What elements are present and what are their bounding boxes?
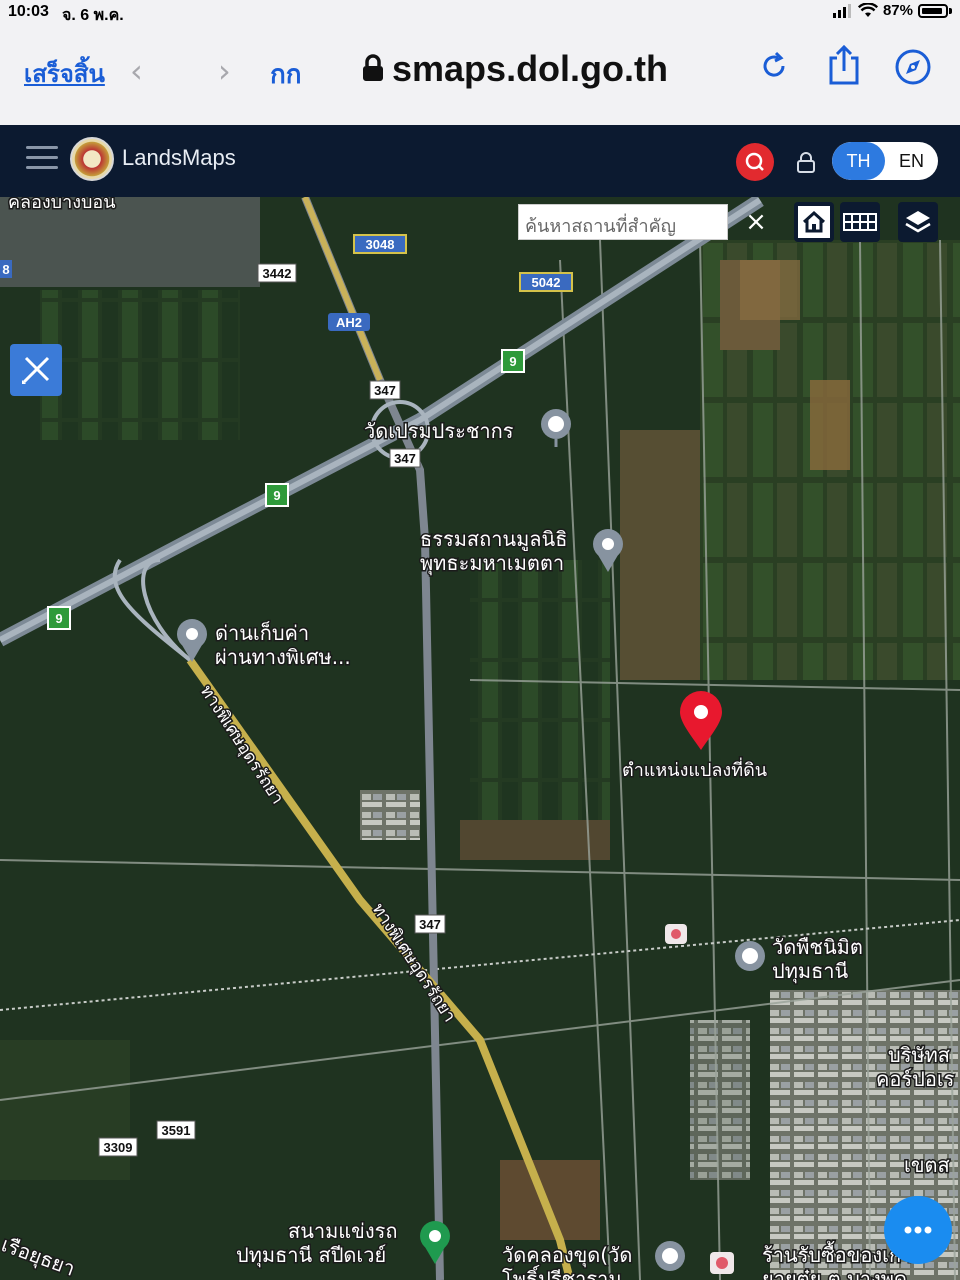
- menu-icon[interactable]: [26, 146, 58, 172]
- route-shield: 347: [374, 383, 396, 398]
- wifi-icon: [857, 3, 878, 17]
- poi-temple-khlong-icon[interactable]: [655, 1241, 685, 1271]
- search-clear-button[interactable]: ×: [738, 204, 774, 240]
- route-shield: 8: [2, 262, 9, 277]
- app-header: LandsMaps TH EN: [0, 125, 960, 197]
- back-chevron-icon[interactable]: ‹: [130, 52, 143, 90]
- route-shield: 3309: [104, 1140, 133, 1155]
- route-shield: 3591: [162, 1123, 191, 1138]
- route-shield: 5042: [532, 275, 561, 290]
- label-shop-2: ยายตุ๋ย ต.บางพูด: [762, 1267, 907, 1280]
- reload-icon[interactable]: [756, 48, 792, 84]
- label-temple-khlong-1: วัดคลองขุด(วัด: [502, 1243, 632, 1268]
- label-temple-phuet-2: ปทุมธานี: [772, 959, 849, 984]
- status-time: 10:03: [8, 3, 49, 20]
- label-temple-prem: วัดเปรมประชากร: [364, 419, 514, 443]
- route-shield: 3048: [366, 237, 395, 252]
- poi-temple-phuet-icon[interactable]: [735, 941, 765, 971]
- draw-tool-button[interactable]: [10, 344, 62, 396]
- poi-small-icon[interactable]: [665, 924, 687, 944]
- label-temple-phuet-1: วัดพืชนิมิต: [772, 935, 863, 959]
- label-district: เขตส: [904, 1153, 950, 1177]
- route-shield: AH2: [336, 315, 362, 330]
- label-toll-2: ผ่านทางพิเศษ...: [215, 645, 351, 669]
- label-speedway-2: ปทุมธานี สปีดเวย์: [236, 1243, 386, 1268]
- dol-logo: [70, 137, 114, 181]
- status-indicators: 87%: [832, 2, 952, 19]
- map-canvas[interactable]: 3048 3442 5042 AH2 9 347 347 9 9 347 359…: [0, 197, 960, 1280]
- label-company-2: คอร์ปอเร: [876, 1067, 955, 1091]
- label-temple-khlong-2: โพธิ์ปรีชาราม: [502, 1264, 622, 1280]
- layers-button[interactable]: [898, 202, 938, 242]
- battery-icon: [918, 3, 948, 18]
- forward-chevron-icon[interactable]: ›: [218, 52, 231, 90]
- browser-toolbar: 10:03 จ. 6 พ.ค. 87% เสร็จสิ้น ‹ › กก sma…: [0, 0, 960, 126]
- label-foundation-2: พุทธะมหาเมตตา: [420, 551, 564, 576]
- ruler-pencil-icon: [22, 356, 50, 384]
- text-size-button[interactable]: กก: [270, 54, 301, 95]
- grid-button[interactable]: [840, 202, 880, 242]
- label-toll-1: ด่านเก็บค่า: [215, 620, 309, 645]
- more-dots-icon: [904, 1226, 932, 1234]
- done-button[interactable]: เสร็จสิ้น: [24, 54, 105, 93]
- share-icon[interactable]: [826, 44, 862, 86]
- route-shield: 347: [394, 451, 416, 466]
- search-button[interactable]: [736, 143, 774, 181]
- battery-percent: 87%: [882, 2, 913, 19]
- label-marker: ตำแหน่งแปลงที่ดิน: [622, 757, 767, 781]
- padlock-icon[interactable]: [796, 151, 816, 173]
- language-toggle[interactable]: TH EN: [832, 142, 938, 180]
- route-shield: 9: [509, 354, 516, 369]
- label-speedway-1: สนามแข่งรถ: [288, 1219, 397, 1243]
- app-title: LandsMaps: [122, 145, 236, 170]
- more-options-button[interactable]: [884, 1196, 952, 1264]
- cellular-signal-icon: [832, 3, 851, 18]
- label-foundation-1: ธรรมสถานมูลนิธิ: [420, 527, 567, 552]
- route-shield: 9: [273, 488, 280, 503]
- label-top-left: คลองบางบอน: [8, 197, 116, 213]
- place-search-input[interactable]: ค้นหาสถานที่สำคัญ: [518, 204, 728, 240]
- label-company-1: บริษัทส: [888, 1043, 950, 1067]
- layers-icon: [905, 211, 931, 233]
- url-bar[interactable]: smaps.dol.go.th: [392, 48, 668, 90]
- lang-th-option[interactable]: TH: [832, 142, 885, 180]
- home-icon: [798, 206, 830, 238]
- lang-en-option[interactable]: EN: [885, 142, 938, 180]
- home-button[interactable]: [794, 202, 834, 242]
- route-shield: 9: [55, 611, 62, 626]
- lock-icon: [363, 54, 383, 81]
- route-shield: 3442: [263, 266, 292, 281]
- search-icon: [745, 152, 764, 171]
- route-shield: 347: [419, 917, 441, 932]
- satellite-map[interactable]: 3048 3442 5042 AH2 9 347 347 9 9 347 359…: [0, 197, 960, 1280]
- compass-icon[interactable]: [894, 48, 932, 86]
- status-date: จ. 6 พ.ค.: [62, 7, 124, 24]
- poi-shop-icon[interactable]: [710, 1252, 734, 1274]
- grid-icon: [843, 213, 877, 231]
